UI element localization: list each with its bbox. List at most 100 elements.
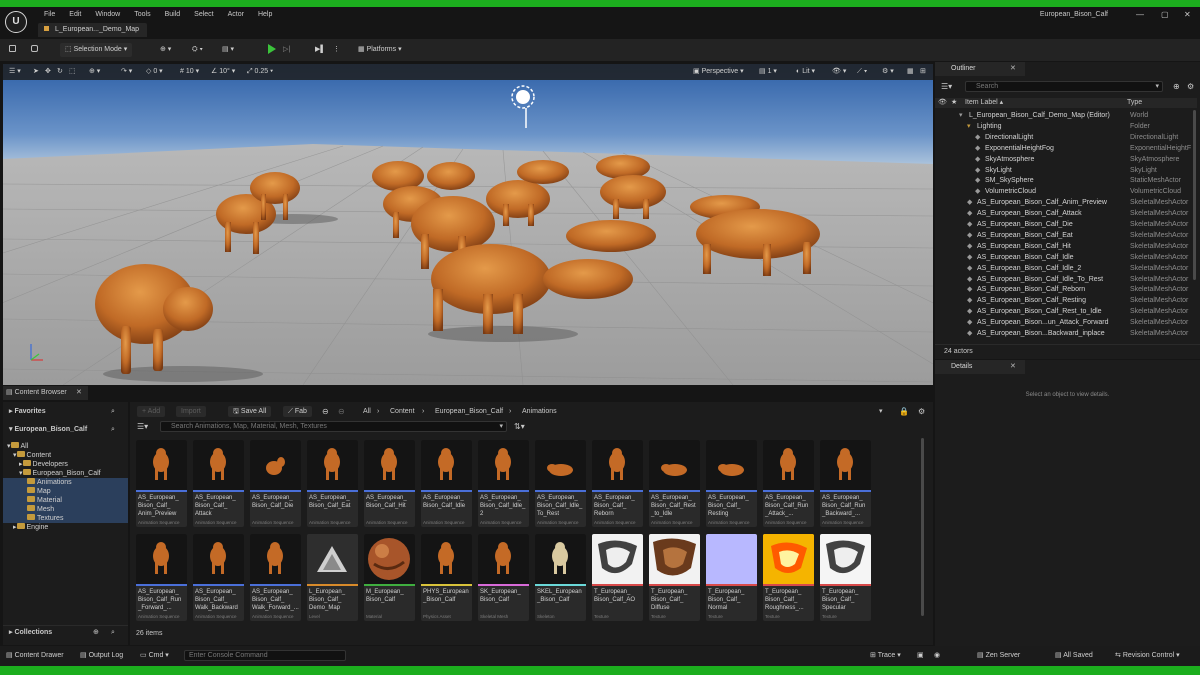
- outliner-row[interactable]: ◆ AS_European_Bison_Calf_Idle_2 SkeletalMe…: [935, 264, 1193, 275]
- asset-tile[interactable]: AS_European_ Bison_Calf_ Attack Animation…: [193, 440, 244, 527]
- eject-icon[interactable]: ▶▌: [315, 43, 325, 57]
- tree-engine[interactable]: ▸ Engine: [3, 523, 128, 532]
- history-forward-icon[interactable]: ⊖: [338, 407, 345, 416]
- details-close-icon[interactable]: ✕: [1010, 360, 1016, 374]
- save-icon[interactable]: [9, 43, 19, 57]
- outliner-filter-icon[interactable]: ☰▾: [941, 82, 952, 91]
- asset-tile[interactable]: T_European_ Bison_Calf_ Roughness_... Tex…: [763, 534, 814, 621]
- content-browser-close-icon[interactable]: ✕: [76, 386, 82, 400]
- revision-control-button[interactable]: ⇆ Revision Control ▾: [1115, 651, 1180, 661]
- asset-tile[interactable]: PHYS_European _Bison_Calf Physics Asset: [421, 534, 472, 621]
- import-button[interactable]: Import: [176, 406, 206, 417]
- menu-build[interactable]: Build: [158, 10, 188, 20]
- tree-map[interactable]: Map: [3, 487, 128, 496]
- tree-content[interactable]: ▾ Content: [3, 451, 128, 460]
- viewport-menu-icon[interactable]: ☰ ▾: [9, 67, 21, 77]
- breadcrumb-dropdown-icon[interactable]: ▾: [879, 406, 883, 417]
- outliner-row[interactable]: ◆ AS_European_Bison_Calf_Hit SkeletalMeshA…: [935, 242, 1193, 253]
- outliner-search-dropdown-icon[interactable]: ▾: [1155, 82, 1159, 91]
- asset-tile[interactable]: SKEL_European _Bison_Calf Skeleton: [535, 534, 586, 621]
- tree-mesh[interactable]: Mesh: [3, 505, 128, 514]
- grid-snap[interactable]: # 10 ▾: [180, 67, 199, 77]
- level-viewport[interactable]: ☰ ▾ ➤ ✥ ↻ ⬚ ⊕ ▾ ↷ ▾ ◇ 0 ▾ # 10 ▾ ∠ 10° ▾…: [3, 64, 933, 385]
- asset-tile[interactable]: L_European_ Bison_Calf_ Demo_Map Level: [307, 534, 358, 621]
- outliner-row[interactable]: ◆ SkyAtmosphere SkyAtmosphere: [935, 155, 1193, 166]
- outliner-scrollbar[interactable]: [1193, 110, 1196, 280]
- outliner-close-icon[interactable]: ✕: [1010, 62, 1016, 76]
- add-actor-icon[interactable]: ⊕ ▾: [160, 43, 171, 57]
- asset-tile[interactable]: AS_European_ Bison_Calf_ Resting Animatio…: [706, 440, 757, 527]
- outliner-add-icon[interactable]: ⊕: [1173, 82, 1180, 91]
- all-saved-button[interactable]: ▤ All Saved: [1055, 651, 1093, 661]
- close-button[interactable]: ✕: [1184, 10, 1191, 19]
- asset-tile[interactable]: AS_European_ Bison_Calf_ Anim_Preview Ani…: [136, 440, 187, 527]
- cb-settings-icon[interactable]: ⚙: [918, 407, 925, 416]
- asset-tile[interactable]: AS_European_ Bison_Calf_ Reborn Animation…: [592, 440, 643, 527]
- maximize-button[interactable]: ▢: [1161, 10, 1169, 19]
- outliner-row[interactable]: ◆ AS_European_Bison_Calf_Attack SkeletalMe…: [935, 209, 1193, 220]
- add-button[interactable]: + Add: [137, 406, 166, 417]
- unreal-logo-icon[interactable]: U: [5, 11, 27, 33]
- type-column[interactable]: Type: [1127, 98, 1142, 108]
- asset-tile[interactable]: AS_European_ Bison_Calf_Run _Forward_...…: [136, 534, 187, 621]
- blueprint-icon[interactable]: ⛭ ▾: [192, 43, 203, 57]
- fab-button[interactable]: ⟋ Fab: [283, 406, 312, 417]
- lit-button[interactable]: ◐ Lit ▾: [796, 67, 815, 77]
- zen-server-button[interactable]: ▤ Zen Server: [977, 651, 1020, 661]
- asset-tile[interactable]: T_European_ Bison_Calf_AO Texture: [592, 534, 643, 621]
- move-tool-icon[interactable]: ✥: [45, 67, 51, 77]
- sort-icon[interactable]: ⇅▾: [514, 422, 525, 431]
- outliner-row[interactable]: ◆ AS_European_Bison_Calf_Eat SkeletalMeshA…: [935, 231, 1193, 242]
- rotation-snap[interactable]: ◇ 0 ▾: [146, 67, 163, 77]
- menu-file[interactable]: File: [37, 10, 62, 20]
- show-icon[interactable]: 👁 ▾: [832, 67, 846, 77]
- asset-tile[interactable]: AS_European_ Bison_Calf_Run _Attack_... A…: [763, 440, 814, 527]
- cmd-button[interactable]: ▭ Cmd ▾: [140, 651, 169, 661]
- tree-all[interactable]: ▾ All: [3, 442, 128, 451]
- platforms-button[interactable]: ▦ Platforms ▾: [358, 43, 402, 57]
- breadcrumb-content[interactable]: Content: [390, 406, 415, 417]
- perspective-button[interactable]: ▣ Perspective ▾: [693, 67, 744, 77]
- cb-filter-icon[interactable]: ☰▾: [137, 422, 148, 431]
- asset-tile[interactable]: T_European_ Bison_Calf_ Normal Texture: [706, 534, 757, 621]
- visibility-column-icon[interactable]: 👁: [938, 98, 947, 108]
- asset-tile[interactable]: AS_European_ Bison_Calf_ Walk_Forward_..…: [250, 534, 301, 621]
- scale-snap[interactable]: ⤢ 0.25 ▾: [247, 67, 273, 77]
- asset-search-dropdown-icon[interactable]: ▾: [499, 422, 503, 431]
- outliner-row[interactable]: ◆ SM_SkySphere StaticMeshActor: [935, 176, 1193, 187]
- collections-search-icon[interactable]: ⌕: [111, 626, 115, 640]
- project-section[interactable]: ▾ European_Bison_Calf ⌕: [3, 424, 128, 436]
- outliner-row[interactable]: ◆ VolumetricCloud VolumetricCloud: [935, 187, 1193, 198]
- asset-tile[interactable]: M_European_ Bison_Calf Material: [364, 534, 415, 621]
- menu-select[interactable]: Select: [187, 10, 220, 20]
- selection-mode-button[interactable]: ⬚ Selection Mode ▾: [60, 43, 133, 57]
- asset-tile[interactable]: AS_European_ Bison_Calf_ Walk_Backward An…: [193, 534, 244, 621]
- breadcrumb-european-bison-calf[interactable]: European_Bison_Calf: [435, 406, 503, 417]
- item-label-column[interactable]: Item Label ▴: [965, 98, 1003, 108]
- select-tool-icon[interactable]: ➤: [33, 67, 39, 77]
- menu-actor[interactable]: Actor: [221, 10, 251, 20]
- outliner-row[interactable]: ◆ SkyLight SkyLight: [935, 166, 1193, 177]
- asset-tile[interactable]: AS_European_ Bison_Calf_Hit Animation Seq…: [364, 440, 415, 527]
- outliner-settings-icon[interactable]: ⚙: [1187, 82, 1194, 91]
- outliner-row[interactable]: ◆ AS_European_Bison_Calf_Reborn SkeletalMe…: [935, 285, 1193, 296]
- step-icon[interactable]: ▷|: [283, 43, 290, 57]
- breadcrumb-all[interactable]: All: [363, 406, 371, 417]
- add-collection-icon[interactable]: ⊕: [93, 626, 99, 640]
- surface-snap-icon[interactable]: ↷ ▾: [121, 67, 132, 77]
- trace-button[interactable]: ⊞ Trace ▾: [870, 651, 901, 661]
- tree-material[interactable]: Material: [3, 496, 128, 505]
- tree-european-bison-calf[interactable]: ▾ European_Bison_Calf: [3, 469, 128, 478]
- lock-icon[interactable]: 🔒: [899, 407, 909, 416]
- menu-tools[interactable]: Tools: [127, 10, 157, 20]
- cinematics-icon[interactable]: ▤ ▾: [222, 43, 234, 57]
- asset-tile[interactable]: SK_European_ Bison_Calf Skeletal Mesh: [478, 534, 529, 621]
- asset-tile[interactable]: AS_European_ Bison_Calf_Rest _to_Idle Ani…: [649, 440, 700, 527]
- world-space-icon[interactable]: ⊕ ▾: [89, 67, 100, 77]
- tree-developers[interactable]: ▸ Developers: [3, 460, 128, 469]
- settings-icon[interactable]: ⚙ ▾: [882, 67, 894, 77]
- asset-tile[interactable]: AS_European_ Bison_Calf_Run _Backward_..…: [820, 440, 871, 527]
- rotate-tool-icon[interactable]: ↻: [57, 67, 63, 77]
- breadcrumb-animations[interactable]: Animations: [522, 406, 557, 417]
- console-input[interactable]: Enter Console Command: [184, 650, 346, 661]
